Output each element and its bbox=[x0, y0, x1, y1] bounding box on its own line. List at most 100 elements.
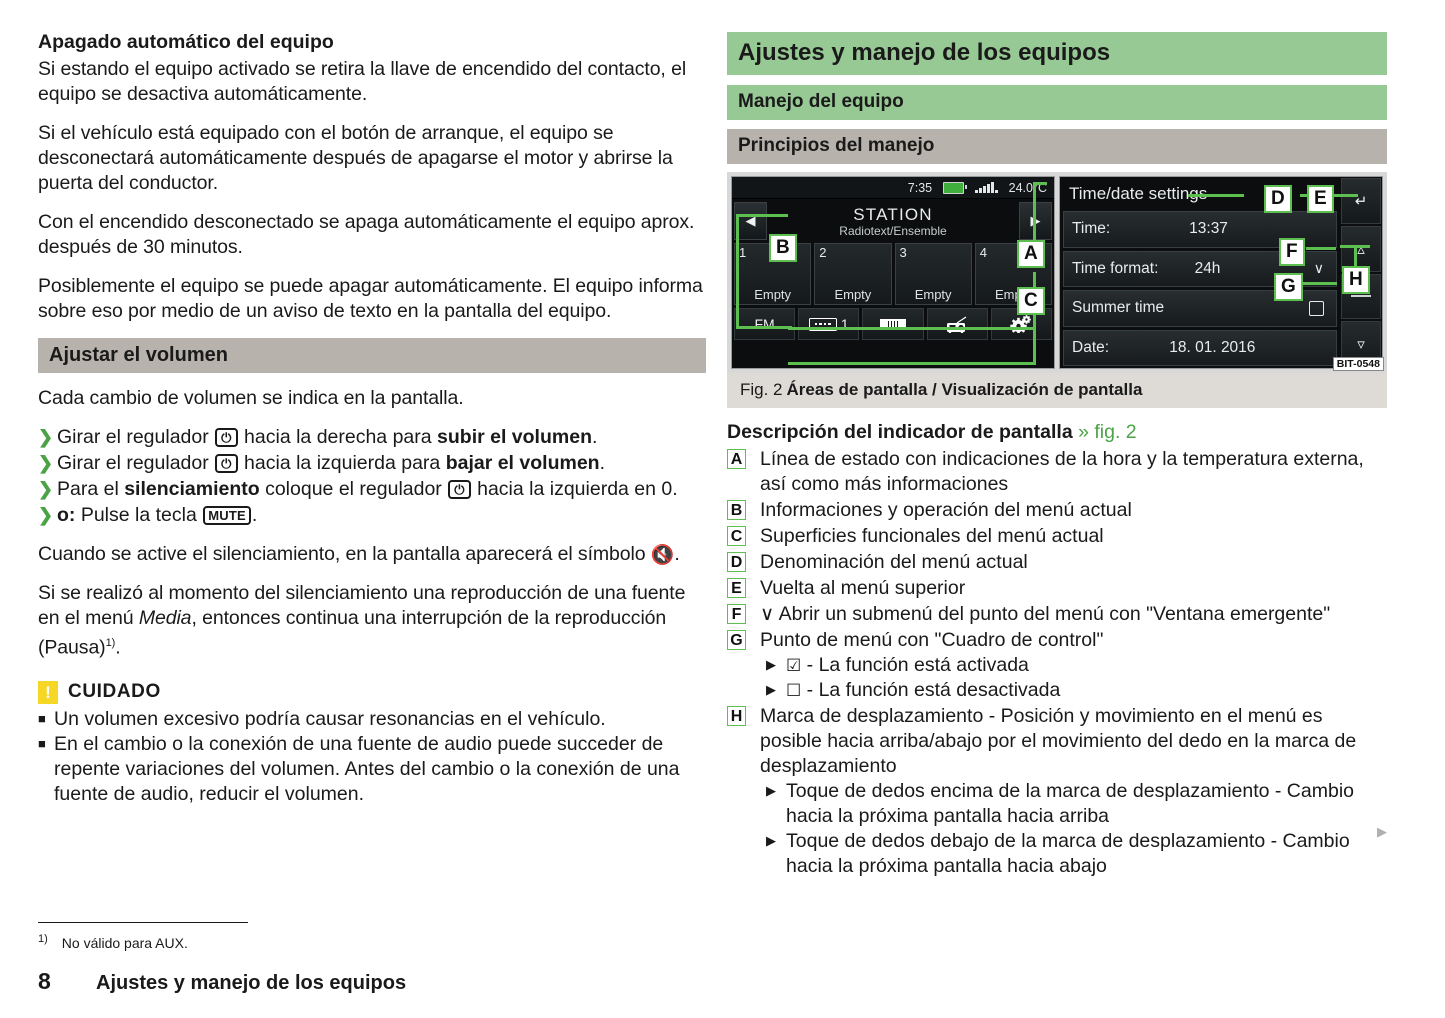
sub-item-text: Toque de dedos encima de la marca de des… bbox=[786, 780, 1354, 827]
legend-badge-h: H bbox=[727, 706, 746, 726]
chevron-right-icon: ❯ bbox=[38, 479, 54, 499]
sub-item-text: - La función está desactivada bbox=[801, 679, 1061, 701]
checkbox-unchecked-icon: ☐ bbox=[786, 681, 802, 700]
settings-screen: Time/date settings Time: 13:37 Time form… bbox=[1059, 176, 1383, 369]
callout-line-d bbox=[1188, 194, 1244, 197]
triangle-bullet-icon: ▶ bbox=[766, 783, 776, 798]
radio-source-button[interactable] bbox=[926, 308, 988, 340]
callout-line-b2 bbox=[736, 214, 739, 329]
chevron-right-icon: ❯ bbox=[38, 453, 54, 473]
paragraph: Si estando el equipo activado se retira … bbox=[38, 58, 687, 105]
right-column: Ajustes y manejo de los equipos Manejo d… bbox=[727, 32, 1387, 880]
legend-sublist-h: ▶ Toque de dedos encima de la marca de de… bbox=[760, 779, 1387, 879]
section-bar-operation: Manejo del equipo bbox=[727, 85, 1387, 120]
list-item: ❯ Girar el regulador ⏻ hacia la derecha p… bbox=[38, 426, 598, 448]
legend-text: ∨ Abrir un submenú del punto del menú co… bbox=[760, 603, 1331, 625]
callout-badge-c: C bbox=[1017, 287, 1045, 315]
preset-button[interactable]: 3 Empty bbox=[894, 243, 972, 305]
checkbox-checked-icon: ☑ bbox=[786, 656, 802, 675]
callout-line-h2 bbox=[1340, 245, 1370, 248]
paragraph: Con el encendido desconectado se apaga a… bbox=[38, 211, 695, 258]
list-item: ❯ Girar el regulador ⏻ hacia la izquierda… bbox=[38, 452, 605, 474]
mute-symbol-icon: 🔇 bbox=[650, 545, 675, 566]
callout-line-g bbox=[1301, 282, 1337, 285]
row-label: Date: bbox=[1072, 338, 1110, 356]
status-bar: 7:35 24.0°C bbox=[732, 177, 1054, 199]
preset-button[interactable]: 2 Empty bbox=[814, 243, 892, 305]
legend-text: Informaciones y operación del menú actua… bbox=[760, 499, 1132, 521]
preset-label: Empty bbox=[914, 287, 952, 302]
status-time: 7:35 bbox=[907, 180, 933, 195]
caution-list: ■ Un volumen excesivo podría causar reson… bbox=[38, 707, 706, 807]
legend-item-e: E Vuelta al menú superior bbox=[727, 576, 1387, 601]
volume-knob-icon: ⏻ bbox=[448, 480, 471, 499]
legend-item-a: A Línea de estado con indicaciones de la… bbox=[727, 447, 1387, 497]
figure-caption: Fig. 2 Áreas de pantalla / Visualización … bbox=[727, 373, 1387, 408]
continuation-marker: ▶ bbox=[1377, 824, 1387, 839]
sub-item: ▶ ☐ - La función está desactivada bbox=[760, 678, 1387, 703]
legend-badge-g: G bbox=[727, 630, 746, 650]
legend-list: A Línea de estado con indicaciones de la… bbox=[727, 447, 1387, 879]
checkbox-icon[interactable] bbox=[1309, 300, 1324, 316]
footer-title: Ajustes y manejo de los equipos bbox=[96, 972, 407, 994]
station-name: STATION bbox=[853, 204, 933, 224]
legend-item-g: G Punto de menú con "Cuadro de control" … bbox=[727, 628, 1387, 703]
sub-item-text: - La función está activada bbox=[801, 654, 1029, 676]
page-footer: 8 Ajustes y manejo de los equipos bbox=[38, 968, 406, 995]
frequency-scale-button[interactable] bbox=[862, 308, 924, 340]
legend-item-f: F ∨ Abrir un submenú del punto del menú … bbox=[727, 602, 1387, 627]
figure-image: 7:35 24.0°C ◀ STATION Radiotext/Ensemble bbox=[727, 172, 1387, 373]
paragraph: Si se realizó al momento del silenciamie… bbox=[38, 582, 686, 659]
callout-badge-e: E bbox=[1307, 185, 1334, 213]
triangle-bullet-icon: ▶ bbox=[766, 833, 776, 848]
scroll-up-button[interactable]: ▵ bbox=[1341, 225, 1381, 272]
band-button[interactable]: FM bbox=[734, 308, 796, 340]
legend-text: Superficies funcionales del menú actual bbox=[760, 525, 1104, 547]
legend-badge-f: F bbox=[727, 604, 746, 624]
legend-text: Marca de desplazamiento - Posición y mov… bbox=[760, 705, 1357, 777]
row-label: Time format: bbox=[1072, 259, 1159, 277]
radio-screen: 7:35 24.0°C ◀ STATION Radiotext/Ensemble bbox=[731, 176, 1055, 369]
station-radiotext: Radiotext/Ensemble bbox=[839, 223, 947, 238]
legend-item-d: D Denominación del menú actual bbox=[727, 550, 1387, 575]
legend-badge-b: B bbox=[727, 500, 746, 520]
callout-line-f bbox=[1306, 247, 1336, 250]
callout-badge-g: G bbox=[1274, 273, 1303, 301]
row-label: Summer time bbox=[1072, 299, 1165, 317]
row-label: Time: bbox=[1072, 220, 1111, 238]
legend-sublist-g: ▶ ☑ - La función está activada ▶ ☐ - La fu… bbox=[760, 653, 1387, 703]
battery-icon bbox=[943, 181, 968, 194]
footnote: 1) No válido para AUX. bbox=[38, 930, 188, 953]
description-heading: Descripción del indicador de pantalla » … bbox=[727, 421, 1137, 443]
figure-caption-text: Áreas de pantalla / Visualización de pan… bbox=[786, 380, 1143, 399]
footnote-marker: 1) bbox=[105, 637, 116, 649]
back-button[interactable]: ↵ bbox=[1341, 178, 1381, 224]
list-item: ■ En el cambio o la conexión de una fuent… bbox=[38, 732, 680, 805]
footnote-rule bbox=[38, 922, 248, 923]
preset-number: 2 bbox=[819, 245, 827, 260]
volume-knob-icon: ⏻ bbox=[215, 454, 238, 473]
square-bullet-icon: ■ bbox=[38, 735, 46, 751]
legend-text: Línea de estado con indicaciones de la h… bbox=[760, 448, 1364, 495]
footnote-marker: 1) bbox=[38, 933, 48, 945]
volume-knob-icon: ⏻ bbox=[215, 428, 238, 447]
section-bar-adjust-volume: Ajustar el volumen bbox=[38, 338, 706, 373]
caution-header: ! CUIDADO bbox=[38, 680, 706, 704]
legend-text: Punto de menú con "Cuadro de control" bbox=[760, 629, 1104, 651]
section-heading-power-off: Apagado automático del equipo bbox=[38, 31, 334, 53]
sub-item: ▶ Toque de dedos debajo de la marca de de… bbox=[760, 829, 1387, 879]
figure-reference-link[interactable]: » fig. 2 bbox=[1078, 421, 1137, 443]
left-column: Apagado automático del equipo Si estando… bbox=[38, 30, 706, 807]
callout-badge-d: D bbox=[1264, 185, 1292, 213]
preset-number: 3 bbox=[899, 245, 907, 260]
settings-row-date[interactable]: Date: 18. 01. 2016 bbox=[1063, 329, 1337, 366]
figure-number: Fig. 2 bbox=[740, 380, 783, 399]
paragraph: Cada cambio de volumen se indica en la p… bbox=[38, 387, 464, 409]
paragraph: Posiblemente el equipo se puede apagar a… bbox=[38, 275, 703, 322]
callout-badge-a: A bbox=[1017, 240, 1045, 268]
preset-label: Empty bbox=[834, 287, 872, 302]
preset-list-button[interactable]: 1 bbox=[798, 308, 860, 340]
chevron-down-icon[interactable]: ∨ bbox=[1314, 260, 1324, 277]
legend-item-b: B Informaciones y operación del menú act… bbox=[727, 498, 1387, 523]
preset-label: Empty bbox=[754, 287, 792, 302]
